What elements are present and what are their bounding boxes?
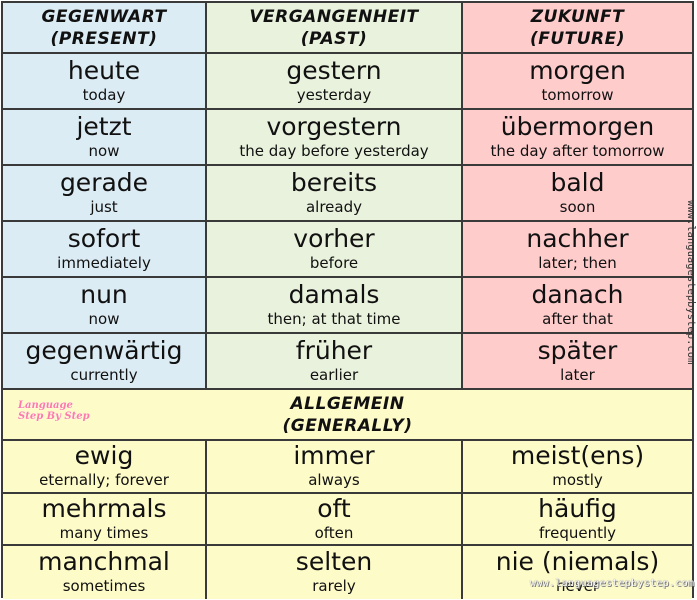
- german-word: häufig: [538, 493, 617, 523]
- english-translation: often: [314, 523, 354, 542]
- general-cell-col0: manchmal sometimes: [3, 546, 207, 599]
- english-translation: the day before yesterday: [239, 142, 429, 160]
- german-word: später: [537, 336, 618, 365]
- german-word: gerade: [59, 168, 149, 197]
- german-word: gegenwärtig: [25, 336, 183, 365]
- english-translation: immediately: [57, 254, 151, 272]
- time-cell-present: sofort immediately: [3, 222, 207, 278]
- english-translation: yesterday: [296, 86, 372, 104]
- english-translation: frequently: [538, 523, 617, 542]
- time-cell-present: heute today: [3, 54, 207, 110]
- general-cell-col1: selten rarely: [207, 546, 463, 599]
- header-present: GEGENWART (PRESENT): [3, 3, 207, 54]
- english-translation: currently: [70, 366, 138, 384]
- general-header-subtitle: (GENERALLY): [282, 415, 413, 436]
- english-translation: sometimes: [62, 577, 146, 596]
- general-cell-col1: oft often: [207, 493, 463, 546]
- time-cell-future: morgen tomorrow: [463, 54, 692, 110]
- english-translation: after that: [542, 310, 613, 328]
- time-cell-present: jetzt now: [3, 110, 207, 166]
- header-past-subtitle: (PAST): [300, 28, 368, 49]
- german-word: übermorgen: [500, 112, 655, 141]
- english-translation: mostly: [552, 471, 603, 490]
- time-cell-past: vorher before: [207, 222, 463, 278]
- general-cell-col0: ewig eternally; forever: [3, 441, 207, 494]
- german-word: manchmal: [38, 547, 170, 577]
- german-word: ewig: [74, 441, 134, 471]
- general-cell-col2: häufig frequently: [463, 493, 692, 546]
- english-translation: the day after tomorrow: [490, 142, 665, 160]
- general-header-title: ALLGEMEIN: [290, 393, 405, 414]
- german-word: morgen: [529, 56, 626, 85]
- time-cell-future: nachher later; then: [463, 222, 692, 278]
- german-word: gestern: [286, 56, 382, 85]
- english-translation: later; then: [538, 254, 617, 272]
- language-step-by-step-logo: Language Step By Step: [18, 400, 90, 422]
- german-word: selten: [295, 547, 373, 577]
- german-word: immer: [293, 441, 375, 471]
- time-cell-future: später later: [463, 334, 692, 390]
- english-translation: now: [88, 310, 120, 328]
- english-translation: tomorrow: [541, 86, 614, 104]
- header-present-subtitle: (PRESENT): [50, 28, 158, 49]
- header-future: ZUKUNFT (FUTURE): [463, 3, 692, 54]
- english-translation: always: [308, 471, 360, 490]
- german-word: meist(ens): [510, 441, 645, 471]
- english-translation: many times: [59, 523, 149, 542]
- german-word: nachher: [526, 224, 629, 253]
- header-future-subtitle: (FUTURE): [529, 28, 626, 49]
- vocabulary-table: GEGENWART (PRESENT) VERGANGENHEIT (PAST)…: [1, 1, 694, 599]
- time-cell-present: nun now: [3, 278, 207, 334]
- german-word: jetzt: [76, 112, 132, 141]
- header-past: VERGANGENHEIT (PAST): [207, 3, 463, 54]
- time-cell-future: danach after that: [463, 278, 692, 334]
- watermark-bottom: www.languagestepbystep.com: [530, 578, 695, 589]
- time-cell-past: vorgestern the day before yesterday: [207, 110, 463, 166]
- time-cell-past: früher earlier: [207, 334, 463, 390]
- german-word: nun: [80, 280, 128, 309]
- watermark-vertical: www.languagestepbystep.com: [685, 200, 697, 365]
- header-present-title: GEGENWART: [41, 6, 167, 27]
- german-word: vorher: [293, 224, 375, 253]
- german-word: früher: [295, 336, 373, 365]
- german-word: mehrmals: [41, 493, 167, 523]
- time-cell-past: bereits already: [207, 166, 463, 222]
- english-translation: soon: [559, 198, 596, 216]
- german-word: sofort: [67, 224, 141, 253]
- english-translation: eternally; forever: [39, 471, 169, 490]
- english-translation: just: [90, 198, 118, 216]
- time-cell-present: gegenwärtig currently: [3, 334, 207, 390]
- english-translation: before: [309, 254, 359, 272]
- german-word: heute: [67, 56, 141, 85]
- german-word: damals: [288, 280, 380, 309]
- german-word: danach: [531, 280, 624, 309]
- english-translation: later: [560, 366, 595, 384]
- time-cell-present: gerade just: [3, 166, 207, 222]
- english-translation: today: [82, 86, 126, 104]
- german-word: bald: [550, 168, 605, 197]
- header-future-title: ZUKUNFT: [530, 6, 625, 27]
- general-cell-col0: mehrmals many times: [3, 493, 207, 546]
- german-word: bereits: [290, 168, 378, 197]
- header-past-title: VERGANGENHEIT: [249, 6, 419, 27]
- time-cell-past: damals then; at that time: [207, 278, 463, 334]
- english-translation: already: [305, 198, 362, 216]
- german-word: oft: [317, 493, 351, 523]
- general-cell-col2: meist(ens) mostly: [463, 441, 692, 494]
- english-translation: now: [88, 142, 120, 160]
- logo-line-1: Language: [18, 400, 73, 411]
- logo-line-2: Step By Step: [18, 411, 90, 422]
- english-translation: then; at that time: [267, 310, 401, 328]
- english-translation: earlier: [309, 366, 359, 384]
- german-word: vorgestern: [266, 112, 402, 141]
- german-word: nie (niemals): [495, 547, 660, 577]
- general-header: ALLGEMEIN (GENERALLY): [3, 390, 692, 441]
- time-cell-past: gestern yesterday: [207, 54, 463, 110]
- general-cell-col2: nie (niemals) never: [463, 546, 692, 599]
- english-translation: rarely: [312, 577, 356, 596]
- time-cell-future: bald soon: [463, 166, 692, 222]
- time-cell-future: übermorgen the day after tomorrow: [463, 110, 692, 166]
- general-cell-col1: immer always: [207, 441, 463, 494]
